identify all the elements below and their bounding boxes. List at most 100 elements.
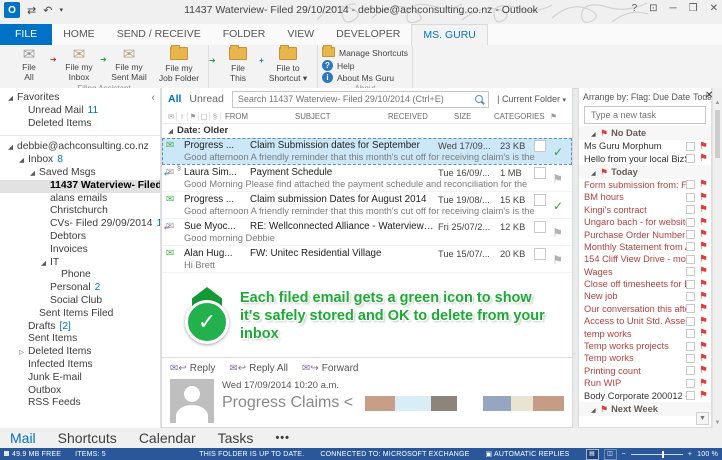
tab-folder[interactable]: FOLDER <box>212 24 277 45</box>
task-item[interactable]: Body Corporate 200012 - MV...⚑ <box>579 389 711 401</box>
scrollbar-thumb[interactable] <box>715 110 720 158</box>
folder-item-junk-e-mail[interactable]: Junk E-mail <box>0 372 160 385</box>
email-row[interactable]: ✉↩§Laura Sim...Payment ScheduleTue 16/09… <box>162 165 572 192</box>
folder-item-debtors[interactable]: Debtors <box>0 231 160 244</box>
task-group-no-date[interactable]: ◢⚑No Date <box>579 126 711 140</box>
file-all-button[interactable]: ✉FileAll <box>4 46 54 83</box>
task-checkbox[interactable] <box>686 317 695 326</box>
minimize-button[interactable]: ─ <box>670 3 677 14</box>
tab-ms-guru[interactable]: MS. GURU <box>411 24 488 45</box>
nav-tasks[interactable]: Tasks <box>218 430 254 446</box>
folder-item-invoices[interactable]: Invoices <box>0 244 160 257</box>
folder-item-cvs-filed-29-09-2014[interactable]: CVs- Filed 29/09/20141 <box>0 218 160 231</box>
task-item[interactable]: Run WIP⚑ <box>579 377 711 389</box>
filter-unread[interactable]: Unread <box>189 93 223 105</box>
flag-icon[interactable]: ⚑ <box>699 217 708 228</box>
task-checkbox[interactable] <box>686 154 695 163</box>
reply-button[interactable]: ✉↩Reply <box>170 363 215 374</box>
folder-item-saved-msgs[interactable]: ◢Saved Msgs <box>0 167 160 180</box>
tab-file[interactable]: FILE <box>0 24 52 45</box>
flag-icon[interactable]: ⚑ <box>699 353 708 364</box>
search-box[interactable] <box>232 91 489 108</box>
category-box[interactable] <box>534 194 546 206</box>
file-my-sent-mail-button[interactable]: ✉➜File mySent Mail <box>104 46 154 83</box>
ribbon-options-button[interactable]: ⊡ <box>649 3 657 14</box>
folder-item-personal[interactable]: Personal2 <box>0 282 160 295</box>
flag-icon[interactable]: ⚑ <box>699 390 708 401</box>
folder-item-debbie-achconsulting-co-nz[interactable]: ◢debbie@achconsulting.co.nz <box>0 141 160 154</box>
outlook-logo-icon[interactable]: O <box>4 2 20 18</box>
flag-icon[interactable]: ⚑ <box>552 226 563 240</box>
flag-icon[interactable]: ⚑ <box>699 378 708 389</box>
task-item[interactable]: Wages⚑ <box>579 266 711 278</box>
filed-check-icon[interactable]: ✓ <box>553 199 563 213</box>
task-checkbox[interactable] <box>686 142 695 151</box>
doc-column-icon[interactable]: ▢ <box>199 112 210 121</box>
zoom-level[interactable]: 100 % <box>697 451 718 458</box>
normal-view-button[interactable]: ▤ <box>586 449 599 460</box>
task-checkbox[interactable] <box>686 379 695 388</box>
task-checkbox[interactable] <box>686 255 695 264</box>
task-checkbox[interactable] <box>686 218 695 227</box>
task-checkbox[interactable] <box>686 354 695 363</box>
flag-icon[interactable]: ⚑ <box>699 192 708 203</box>
new-task-box[interactable] <box>584 106 706 124</box>
flag-icon[interactable]: ⚑ <box>699 291 708 302</box>
file-this-button[interactable]: ➜FileThis <box>213 46 263 83</box>
folder-item-inbox[interactable]: ◢Inbox8 <box>0 154 160 167</box>
task-item[interactable]: Temp works projects⚑ <box>579 340 711 352</box>
folder-item-sent-items[interactable]: Sent Items <box>0 333 160 346</box>
email-row[interactable]: ✉Progress ...Claim submission Dates for … <box>162 192 572 219</box>
undo-icon[interactable]: ↶ <box>43 4 52 17</box>
file-to-shortcut-button[interactable]: +File toShortcut ▾ <box>263 46 313 83</box>
task-arrange-row[interactable]: Arrange by: Flag: Due Date Today ▲ <box>579 88 711 104</box>
flag-icon[interactable]: ⚑ <box>552 172 563 186</box>
close-button[interactable]: ✕ <box>710 3 718 14</box>
search-scope-dropdown[interactable]: | Current Folder ▾ <box>497 94 566 104</box>
date-group-header[interactable]: ◢Date: Older <box>162 124 572 138</box>
task-item[interactable]: Ms Guru Morphum⚑ <box>579 140 711 152</box>
task-checkbox[interactable] <box>686 193 695 202</box>
nav-shortcuts[interactable]: Shortcuts <box>58 430 117 446</box>
file-my-job-folder-button[interactable]: File myJob Folder <box>154 46 204 83</box>
forward-button[interactable]: ✉↪Forward <box>302 363 358 374</box>
flag-icon[interactable]: ⚑ <box>699 204 708 215</box>
flag-icon[interactable]: ⚑ <box>699 141 708 152</box>
flag-icon[interactable]: ⚑ <box>699 241 708 252</box>
zoom-out-button[interactable]: − <box>622 451 626 458</box>
scroll-down-icon[interactable]: ▼ <box>713 420 722 426</box>
todo-bar-close-icon[interactable]: ✕ <box>705 90 713 101</box>
tab-home[interactable]: HOME <box>52 24 106 45</box>
folder-item-alans-emails[interactable]: alans emails <box>0 193 160 206</box>
folder-item-11437-waterview-filed-29-10-2014[interactable]: 11437 Waterview- Filed 29/10/2014 <box>0 180 160 193</box>
task-checkbox[interactable] <box>686 366 695 375</box>
task-item[interactable]: temp works⚑ <box>579 327 711 339</box>
task-item[interactable]: Ungaro bach - for website⚑ <box>579 216 711 228</box>
task-item[interactable]: Access to Unit Std. Assessme...⚑ <box>579 315 711 327</box>
importance-column-icon[interactable]: ! <box>177 112 188 121</box>
search-input[interactable] <box>236 93 475 105</box>
category-box[interactable] <box>534 221 546 233</box>
reminder-column-icon[interactable]: ⚑ <box>188 112 199 121</box>
about-ms-guru-button[interactable]: iAbout Ms Guru <box>322 72 394 83</box>
nav-calendar[interactable]: Calendar <box>139 430 196 446</box>
folder-item-phone[interactable]: Phone <box>0 269 160 282</box>
folder-item-unread-mail[interactable]: Unread Mail11 <box>0 105 160 118</box>
folder-item-drafts[interactable]: Drafts[2] <box>0 321 160 334</box>
new-task-input[interactable] <box>589 109 701 121</box>
column-size[interactable]: SIZE <box>450 112 490 121</box>
vertical-scrollbar[interactable]: ▲ ▼ <box>712 88 722 428</box>
category-box[interactable] <box>534 167 546 179</box>
file-my-inbox-button[interactable]: ✉➜File myInbox <box>54 46 104 83</box>
task-checkbox[interactable] <box>686 342 695 351</box>
task-checkbox[interactable] <box>686 329 695 338</box>
tab-send-receive[interactable]: SEND / RECEIVE <box>106 24 212 45</box>
category-box[interactable] <box>534 248 546 260</box>
manage-shortcuts-button[interactable]: Manage Shortcuts <box>322 47 408 59</box>
column-categories[interactable]: CATEGORIES <box>490 112 550 121</box>
email-row[interactable]: ✉Progress ...Claim Submission dates for … <box>162 138 572 165</box>
folder-item-sent-items-filed[interactable]: Sent Items Filed <box>0 308 160 321</box>
flag-icon[interactable]: ⚑ <box>699 254 708 265</box>
task-item[interactable]: 154 Cliff View Drive - more p...⚑ <box>579 253 711 265</box>
task-item[interactable]: Printing count⚑ <box>579 365 711 377</box>
